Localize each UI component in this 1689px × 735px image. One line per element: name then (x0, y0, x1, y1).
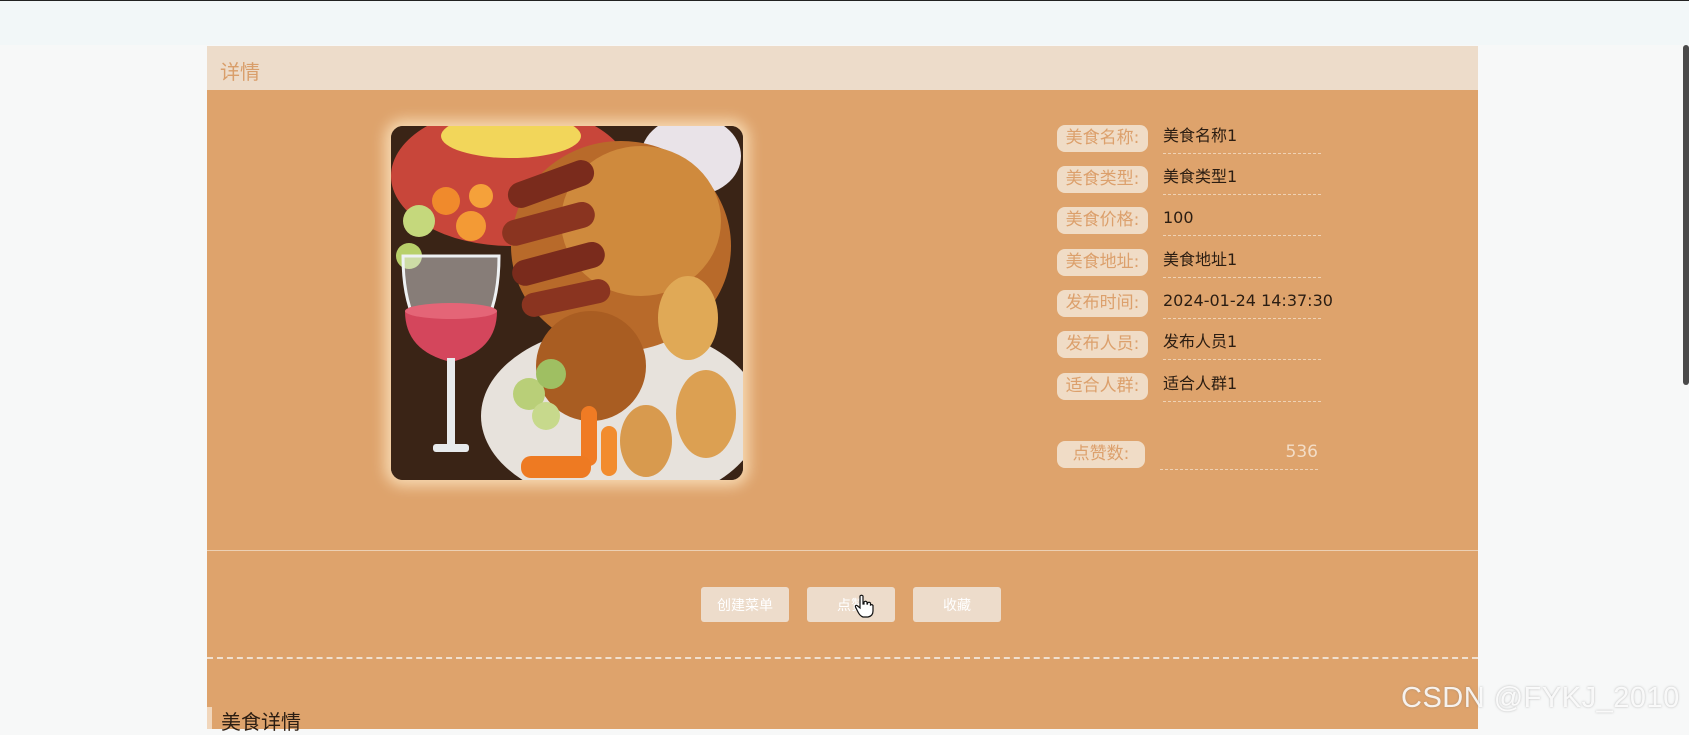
detail-panel: 详情 美食名称: 美食名称1 美食类型: 美食类型1 美食价格: 100 美食地… (207, 46, 1478, 734)
audience-label: 适合人群: (1057, 373, 1148, 400)
food-price-value: 100 (1163, 205, 1321, 236)
section-accent-bar (207, 707, 212, 729)
food-image (391, 126, 743, 480)
food-type-label: 美食类型: (1057, 166, 1148, 193)
publisher-value: 发布人员1 (1163, 329, 1321, 360)
favorite-button[interactable]: 收藏 (913, 587, 1001, 622)
like-button[interactable]: 点赞 (807, 587, 895, 622)
page-scrollbar[interactable] (1683, 45, 1689, 385)
info-row-publish-time: 发布时间: 2024-01-24 14:37:30 (1057, 288, 1333, 319)
info-row-likes: 点赞数: 536 (1057, 439, 1331, 470)
audience-value: 适合人群1 (1163, 371, 1321, 402)
info-row-price: 美食价格: 100 (1057, 205, 1331, 236)
publish-time-label: 发布时间: (1057, 290, 1148, 317)
create-menu-button[interactable]: 创建菜单 (701, 587, 789, 622)
food-price-label: 美食价格: (1057, 207, 1148, 234)
panel-header: 详情 (207, 46, 1478, 90)
info-row-type: 美食类型: 美食类型1 (1057, 164, 1331, 195)
food-type-value: 美食类型1 (1163, 164, 1321, 195)
food-photo-illustration (391, 126, 743, 480)
food-name-label: 美食名称: (1057, 125, 1148, 152)
section-divider (207, 550, 1478, 551)
info-row-audience: 适合人群: 适合人群1 (1057, 371, 1331, 402)
watermark: CSDN @FYKJ_2010 (1401, 682, 1680, 714)
food-detail-heading: 美食详情 (221, 710, 301, 734)
info-row-address: 美食地址: 美食地址1 (1057, 247, 1331, 278)
panel-title: 详情 (220, 60, 260, 84)
top-bar (0, 0, 1689, 45)
info-row-publisher: 发布人员: 发布人员1 (1057, 329, 1331, 360)
info-row-name: 美食名称: 美食名称1 (1057, 123, 1331, 154)
food-name-value: 美食名称1 (1163, 123, 1321, 154)
hand-pointer-icon (854, 594, 874, 618)
publish-time-value: 2024-01-24 14:37:30 (1163, 288, 1333, 319)
likes-label: 点赞数: (1057, 441, 1145, 468)
publisher-label: 发布人员: (1057, 331, 1148, 358)
food-address-value: 美食地址1 (1163, 247, 1321, 278)
likes-count: 536 (1160, 439, 1318, 470)
food-address-label: 美食地址: (1057, 249, 1148, 276)
detail-divider (207, 657, 1478, 659)
